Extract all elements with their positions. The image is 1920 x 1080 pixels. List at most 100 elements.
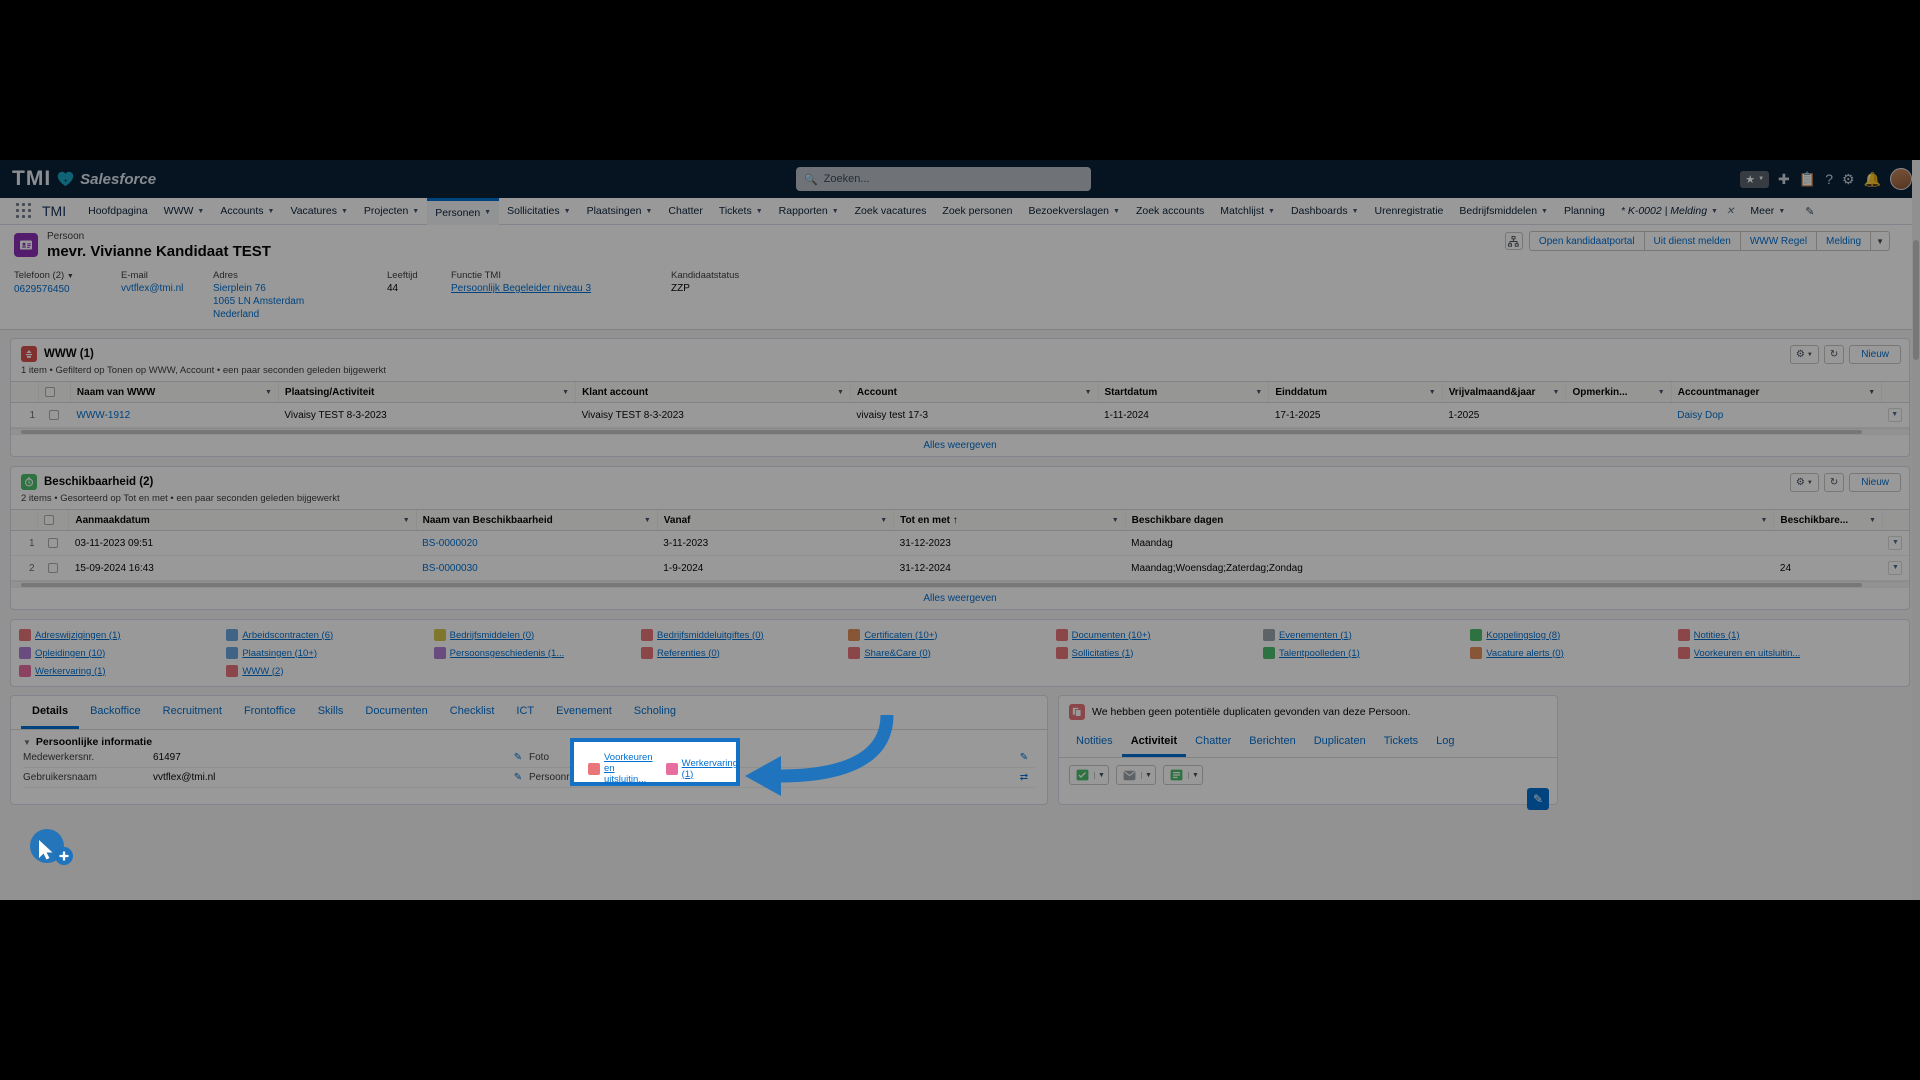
page-scrollbar[interactable] xyxy=(1912,160,1920,900)
row-checkbox-cell[interactable] xyxy=(38,531,69,556)
chevron-down-icon[interactable]: ▼ xyxy=(1141,772,1155,779)
compose-fab-button[interactable]: ✎ xyxy=(1527,788,1549,810)
quick-link-plaatsingen[interactable]: Plaatsingen (10+) xyxy=(222,644,429,662)
app-logo[interactable]: TMI + Salesforce xyxy=(12,167,156,191)
col-naam-van-beschikbaarheid[interactable]: Naam van Beschikbaarheid▼ xyxy=(416,510,657,531)
chevron-down-icon[interactable]: ▼ xyxy=(1188,772,1202,779)
gear-icon[interactable]: ⚙▼ xyxy=(1790,345,1819,364)
email-value[interactable]: vvtflex@tmi.nl xyxy=(121,283,183,294)
cell-naam-van-www[interactable]: WWW-1912 xyxy=(70,403,278,428)
quick-link-vacature-alerts[interactable]: Vacature alerts (0) xyxy=(1466,644,1673,662)
chevron-down-icon[interactable]: ▼ xyxy=(1255,389,1262,396)
refresh-icon[interactable]: ↻ xyxy=(1824,345,1844,364)
gear-icon[interactable]: ⚙▼ xyxy=(1790,473,1819,492)
cell-row-menu[interactable]: ▼ xyxy=(1882,531,1909,556)
quick-link-arbeidscontracten[interactable]: Arbeidscontracten (6) xyxy=(222,626,429,644)
table-row[interactable]: 2 15-09-2024 16:43 BS-0000030 1-9-2024 3… xyxy=(11,556,1909,581)
close-icon[interactable]: ✕ xyxy=(1726,206,1734,217)
nav-item-hoofdpagina[interactable]: Hoofdpagina xyxy=(80,198,156,225)
tab-berichten[interactable]: Berichten xyxy=(1240,728,1304,757)
tab-notities[interactable]: Notities xyxy=(1067,728,1122,757)
row-checkbox-cell[interactable] xyxy=(38,403,70,428)
quick-link-koppelingslog[interactable]: Koppelingslog (8) xyxy=(1466,626,1673,644)
cell-row-menu[interactable]: ▼ xyxy=(1882,403,1909,428)
telefoon-value[interactable]: 0629576450 xyxy=(14,284,70,295)
col-vanaf[interactable]: Vanaf▼ xyxy=(657,510,893,531)
nav-item-matchlijst[interactable]: Matchlijst▼ xyxy=(1212,198,1283,225)
col-opmerking[interactable]: Opmerkin...▼ xyxy=(1566,382,1671,403)
refresh-icon[interactable]: ↻ xyxy=(1824,473,1844,492)
col-account[interactable]: Account▼ xyxy=(850,382,1098,403)
availability-view-all-link[interactable]: Alles weergeven xyxy=(11,587,1909,609)
chevron-down-icon[interactable]: ▼ xyxy=(562,389,569,396)
tab-documenten[interactable]: Documenten xyxy=(354,696,438,729)
tab-skills[interactable]: Skills xyxy=(307,696,355,729)
select-all-checkbox[interactable] xyxy=(44,515,54,525)
chevron-down-icon[interactable]: ▼ xyxy=(644,517,651,524)
adres-line1[interactable]: Sierplein 76 xyxy=(213,283,266,294)
adres-line3[interactable]: Nederland xyxy=(213,309,259,320)
nav-item-chatter[interactable]: Chatter xyxy=(660,198,710,225)
www-horizontal-scrollbar[interactable] xyxy=(11,428,1909,434)
nav-item-projecten[interactable]: Projecten▼ xyxy=(356,198,427,225)
plus-icon[interactable]: ✚ xyxy=(1778,171,1790,188)
quick-link-persoonsgeschiedenis[interactable]: Persoonsgeschiedenis (1... xyxy=(430,644,637,662)
nav-item-zoek-personen[interactable]: Zoek personen xyxy=(934,198,1020,225)
chevron-down-icon[interactable]: ▼ xyxy=(23,738,31,747)
annotation-secondary-link[interactable]: Werkervaring (1) xyxy=(682,758,738,780)
table-row[interactable]: 1 03-11-2023 09:51 BS-0000020 3-11-2023 … xyxy=(11,531,1909,556)
log-call-button[interactable]: ▼ xyxy=(1163,765,1203,785)
bell-icon[interactable]: 🔔 xyxy=(1864,171,1881,188)
quick-link-notities[interactable]: Notities (1) xyxy=(1674,626,1881,644)
select-all-checkbox-header[interactable] xyxy=(38,510,69,531)
col-klant-account[interactable]: Klant account▼ xyxy=(576,382,851,403)
row-checkbox[interactable] xyxy=(48,563,58,573)
chevron-down-icon[interactable]: ▼ xyxy=(837,389,844,396)
nav-item-record-tab[interactable]: * K-0002 | Melding▼✕ xyxy=(1613,198,1743,225)
tab-log[interactable]: Log xyxy=(1427,728,1463,757)
row-checkbox-cell[interactable] xyxy=(38,556,69,581)
tab-tickets[interactable]: Tickets xyxy=(1375,728,1427,757)
tab-frontoffice[interactable]: Frontoffice xyxy=(233,696,307,729)
nav-item-more[interactable]: Meer▼ xyxy=(1742,198,1793,225)
functie-tmi-value[interactable]: Persoonlijk Begeleider niveau 3 xyxy=(451,283,591,294)
availability-card-title[interactable]: Beschikbaarheid (2) xyxy=(44,476,153,488)
select-all-checkbox-header[interactable] xyxy=(38,382,70,403)
tab-ict[interactable]: ICT xyxy=(505,696,545,729)
pencil-icon[interactable]: ✎ xyxy=(507,772,529,783)
quick-link-voorkeuren-en-uitsluitingen[interactable]: Voorkeuren en uitsluitin... xyxy=(1674,644,1881,662)
nav-item-zoek-accounts[interactable]: Zoek accounts xyxy=(1128,198,1212,225)
quick-link-www[interactable]: WWW (2) xyxy=(222,662,429,680)
availability-horizontal-scrollbar[interactable] xyxy=(11,581,1909,587)
availability-new-button[interactable]: Nieuw xyxy=(1849,473,1901,492)
tab-details[interactable]: Details xyxy=(21,696,79,729)
col-plaatsing-activiteit[interactable]: Plaatsing/Activiteit▼ xyxy=(278,382,575,403)
www-new-button[interactable]: Nieuw xyxy=(1849,345,1901,364)
tab-scholing[interactable]: Scholing xyxy=(623,696,687,729)
quick-link-certificaten[interactable]: Certificaten (10+) xyxy=(844,626,1051,644)
nav-item-www[interactable]: WWW▼ xyxy=(156,198,213,225)
row-checkbox[interactable] xyxy=(48,538,58,548)
open-kandidaatportal-button[interactable]: Open kandidaatportal xyxy=(1529,231,1645,251)
cell-naam-beschikbaarheid[interactable]: BS-0000030 xyxy=(416,556,657,581)
adres-line2[interactable]: 1065 LN Amsterdam xyxy=(213,296,304,307)
col-aanmaakdatum[interactable]: Aanmaakdatum▼ xyxy=(69,510,416,531)
quick-link-talentpoolleden[interactable]: Talentpoolleden (1) xyxy=(1259,644,1466,662)
nav-item-bezoekverslagen[interactable]: Bezoekverslagen▼ xyxy=(1020,198,1128,225)
select-all-checkbox[interactable] xyxy=(45,387,55,397)
chevron-down-icon[interactable]: ▼ xyxy=(1868,389,1875,396)
clipboard-icon[interactable]: 📋 xyxy=(1799,171,1816,188)
col-accountmanager[interactable]: Accountmanager▼ xyxy=(1671,382,1881,403)
col-einddatum[interactable]: Einddatum▼ xyxy=(1269,382,1442,403)
quick-link-evenementen[interactable]: Evenementen (1) xyxy=(1259,626,1466,644)
pencil-icon[interactable]: ✎ xyxy=(507,752,529,763)
quick-link-opleidingen[interactable]: Opleidingen (10) xyxy=(15,644,222,662)
annotation-target-link[interactable]: Voorkeuren en uitsluitin... xyxy=(604,752,656,785)
org-chart-icon[interactable] xyxy=(1505,232,1523,250)
chevron-down-icon[interactable]: ▼ xyxy=(1429,389,1436,396)
www-card-title[interactable]: WWW (1) xyxy=(44,348,94,360)
chevron-down-icon[interactable]: ▼ xyxy=(1888,561,1902,575)
chevron-down-icon[interactable]: ▼ xyxy=(1760,517,1767,524)
col-beschikbare-dagen[interactable]: Beschikbare dagen▼ xyxy=(1125,510,1774,531)
waffle-icon[interactable] xyxy=(16,203,36,219)
